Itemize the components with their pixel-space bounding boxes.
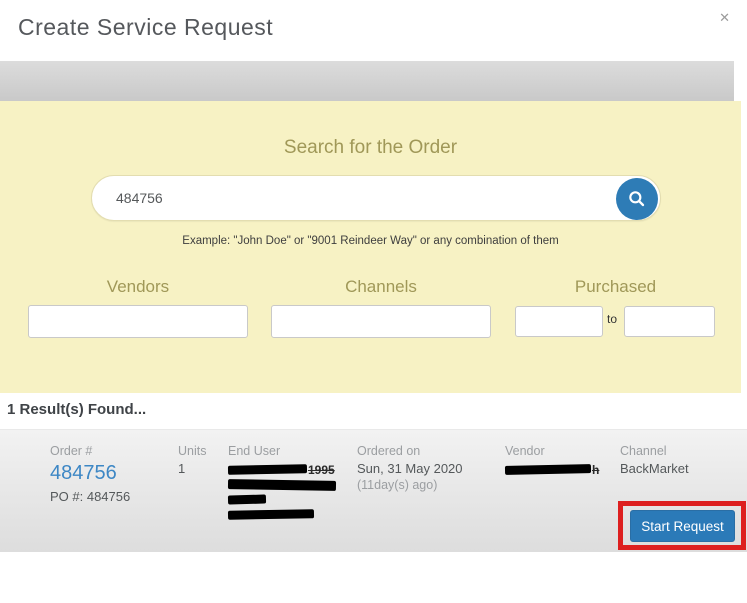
modal-title: Create Service Request: [18, 14, 274, 40]
order-search-input[interactable]: [116, 177, 616, 219]
end-user-column: End User 1995: [227, 444, 337, 521]
create-service-request-modal: Create Service Request ✕ Search for the …: [0, 0, 747, 603]
order-search-box: [91, 175, 661, 221]
vendor-label: Vendor: [505, 444, 545, 458]
purchased-label: Purchased: [574, 277, 657, 296]
po-number: PO #: 484756: [50, 489, 131, 504]
units-label: Units: [178, 444, 207, 458]
purchased-from-input[interactable]: [515, 306, 603, 337]
channel-value: BackMarket: [620, 461, 689, 476]
redacted-end-user-country: [227, 506, 337, 521]
search-button[interactable]: [616, 178, 658, 220]
end-user-label: End User: [228, 444, 281, 458]
order-number-link[interactable]: 484756: [50, 462, 117, 485]
channel-column: Channel BackMarket: [620, 444, 689, 476]
channel-label: Channel: [620, 444, 667, 458]
search-heading: Search for the Order: [283, 137, 458, 158]
results-count: 1 Result(s) Found...: [7, 401, 147, 418]
search-panel: Search for the Order Example: "John Doe"…: [0, 101, 741, 393]
search-icon: [627, 189, 647, 209]
order-column: Order # 484756 PO #: 484756: [50, 444, 130, 504]
purchased-to-input[interactable]: [624, 306, 715, 337]
redacted-end-user-name: 1995: [227, 461, 337, 477]
close-icon[interactable]: ✕: [719, 11, 730, 24]
vendors-input[interactable]: [28, 305, 248, 338]
ordered-on-column: Ordered on Sun, 31 May 2020 (11day(s) ag…: [357, 444, 463, 492]
header-divider-bar: [0, 61, 734, 101]
start-request-button[interactable]: Start Request: [630, 510, 735, 542]
order-number-label: Order #: [50, 444, 93, 458]
vendors-label: Vendors: [106, 277, 170, 296]
channels-label: Channels: [345, 277, 417, 296]
redacted-vendor-name: h: [504, 461, 599, 477]
redacted-end-user-city: [227, 476, 337, 491]
purchased-to-label: to: [607, 312, 618, 326]
ordered-date: Sun, 31 May 2020: [357, 461, 463, 476]
channels-input[interactable]: [271, 305, 491, 338]
search-example-hint: Example: "John Doe" or "9001 Reindeer Wa…: [182, 235, 559, 247]
result-row: Order # 484756 PO #: 484756 Units 1 End …: [0, 429, 747, 552]
units-value: 1: [178, 461, 186, 476]
units-column: Units 1: [178, 444, 206, 476]
modal-header: Create Service Request ✕: [0, 0, 747, 61]
ordered-days-ago: (11day(s) ago): [357, 478, 438, 492]
vendor-column: Vendor h: [504, 444, 599, 477]
redacted-end-user-zip: [227, 491, 337, 505]
ordered-on-label: Ordered on: [357, 444, 421, 458]
